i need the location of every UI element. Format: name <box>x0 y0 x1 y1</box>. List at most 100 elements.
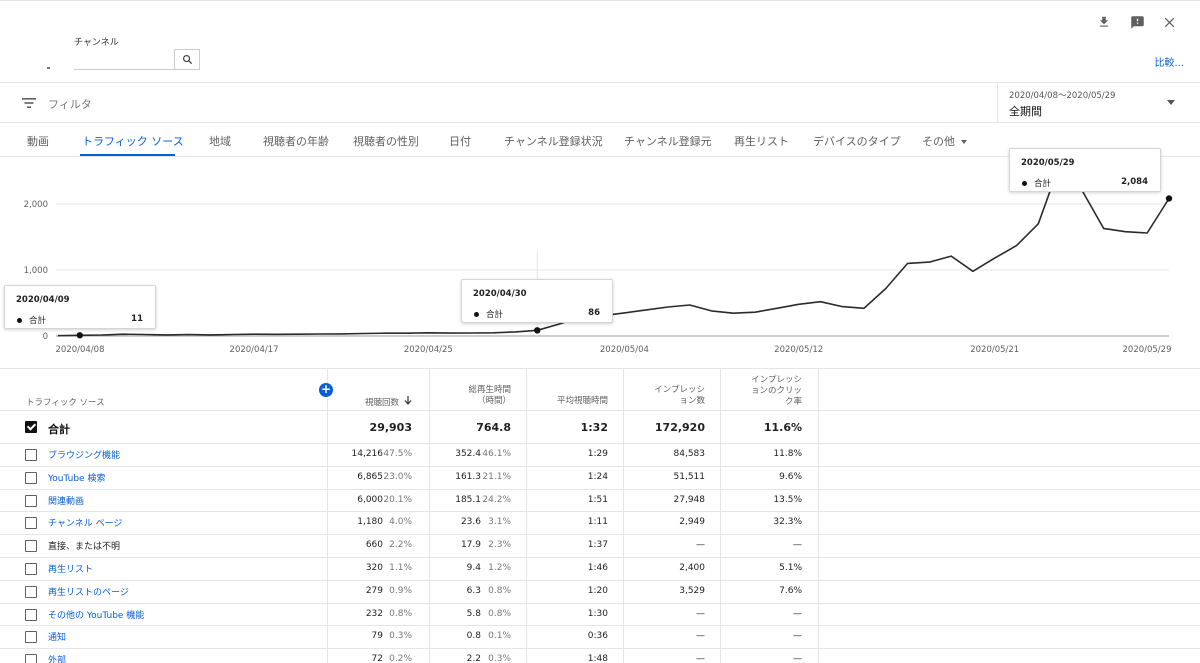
tab-videos[interactable]: 動画 <box>27 133 49 149</box>
row-views-pct: 0.2% <box>389 654 412 663</box>
filter-icon[interactable] <box>22 97 36 109</box>
tab-device-type[interactable]: デバイスのタイプ <box>813 133 901 149</box>
x-tick-label: 2020/04/08 <box>56 345 105 355</box>
row-avg-duration: 1:20 <box>587 585 608 596</box>
row-impressions: — <box>696 631 705 642</box>
row-views-pct: 0.3% <box>389 631 412 642</box>
row-checkbox[interactable] <box>25 585 37 598</box>
search-button[interactable] <box>174 49 200 70</box>
row-checkbox[interactable] <box>25 494 37 507</box>
header-watch-time-line2: （時間） <box>476 396 511 406</box>
tab-more[interactable]: その他 <box>922 133 967 149</box>
header-impressions-line2: ョン数 <box>679 396 705 406</box>
row-impressions: 84,583 <box>673 449 706 459</box>
row-source-link[interactable]: 外部 <box>48 653 66 663</box>
header-impressions-line1: インプレッシ <box>654 385 705 395</box>
row-watch-time: 2.2 <box>466 654 481 663</box>
tooltip-0529: 2020/05/29 合計 2,084 <box>1009 148 1161 192</box>
header-ctr-line3: ク率 <box>784 397 802 407</box>
header-impressions[interactable]: インプレッシ ョン数 <box>615 385 705 407</box>
row-watch-pct: 46.1% <box>482 449 511 459</box>
header-ctr[interactable]: インプレッシ ョンのクリッ ク率 <box>712 375 802 408</box>
row-checkbox[interactable] <box>25 517 37 530</box>
download-button[interactable] <box>1095 13 1113 31</box>
tooltip-date: 2020/04/09 <box>16 295 70 305</box>
tab-playlist[interactable]: 再生リスト <box>734 133 789 149</box>
caret-down-icon <box>961 140 967 144</box>
compare-link[interactable]: 比較... <box>1154 54 1184 69</box>
filter-bar: フィルタ 2020/04/08〜2020/05/29 全期間 <box>0 82 1200 123</box>
table-row: チャンネル ページ 1,180 4.0% 23.6 3.1% 1:11 2,949 32.3% <box>0 511 1200 534</box>
x-tick-label: 2020/04/25 <box>404 345 453 355</box>
row-checkbox[interactable] <box>25 449 37 461</box>
row-watch-time: 764.8 <box>476 421 511 434</box>
row-source-link[interactable]: 再生リスト <box>48 562 93 575</box>
date-range-selector[interactable]: 2020/04/08〜2020/05/29 全期間 <box>997 83 1200 123</box>
tab-viewer-gender[interactable]: 視聴者の性別 <box>353 133 419 149</box>
tab-traffic-source[interactable]: トラフィック ソース <box>82 133 184 149</box>
header-avg-view-duration[interactable]: 平均視聴時間 <box>518 396 608 407</box>
row-source-link[interactable]: 関連動画 <box>48 494 84 507</box>
header-views-label: 視聴回数 <box>364 398 399 408</box>
traffic-source-table: トラフィック ソース + 視聴回数 総再生時間 （時間） 平均視聴時間 インプレ… <box>0 368 1200 663</box>
feedback-icon <box>1130 15 1144 29</box>
header-watch-time[interactable]: 総再生時間 （時間） <box>421 385 511 407</box>
row-views: 14,216 <box>351 449 384 459</box>
row-source-link[interactable]: 通知 <box>48 630 66 643</box>
feedback-button[interactable] <box>1128 13 1146 31</box>
y-tick-label: 1,000 <box>24 266 48 276</box>
table-row: 外部 72 0.2% 2.2 0.3% 1:48 — — <box>0 648 1200 663</box>
series-dot-icon <box>1022 181 1027 186</box>
row-views: 320 <box>365 563 383 573</box>
row-checkbox[interactable] <box>25 471 37 484</box>
row-source-link[interactable]: その他の YouTube 機能 <box>48 608 144 621</box>
add-metric-button[interactable]: + <box>319 383 333 397</box>
row-checkbox[interactable] <box>25 631 37 644</box>
row-checkbox[interactable] <box>25 540 37 553</box>
tab-geography[interactable]: 地域 <box>209 133 231 149</box>
channel-marker <box>47 67 50 69</box>
row-views-pct: 20.1% <box>383 494 412 505</box>
row-watch-time: 17.9 <box>460 540 481 551</box>
row-watch-time: 352.4 <box>455 449 481 459</box>
tab-subscription-status[interactable]: チャンネル登録状況 <box>504 133 603 149</box>
row-checkbox[interactable] <box>25 563 37 575</box>
row-ctr: 13.5% <box>773 494 802 505</box>
series-dot-icon <box>474 312 479 317</box>
row-watch-time: 6.3 <box>466 585 481 596</box>
table-row: ブラウジング機能 14,216 47.5% 352.4 46.1% 1:29 84,583 1… <box>0 443 1200 466</box>
tab-date[interactable]: 日付 <box>449 133 471 149</box>
row-source-link[interactable]: ブラウジング機能 <box>48 448 120 461</box>
row-watch-time: 23.6 <box>460 517 481 528</box>
x-tick-label: 2020/05/04 <box>600 345 649 355</box>
header-views[interactable]: 視聴回数 <box>322 396 412 409</box>
row-views: 1,180 <box>357 517 383 528</box>
row-checkbox[interactable] <box>25 608 37 621</box>
row-watch-pct: 0.8% <box>488 585 511 596</box>
row-ctr: — <box>793 608 802 619</box>
tooltip-value: 2,084 <box>1121 177 1148 187</box>
row-source-link[interactable]: 再生リストのページ <box>48 585 129 598</box>
row-ctr: 5.1% <box>779 563 802 573</box>
row-source-link[interactable]: チャンネル ページ <box>48 516 122 529</box>
row-watch-pct: 24.2% <box>482 494 511 505</box>
tab-viewer-age[interactable]: 視聴者の年齢 <box>263 133 329 149</box>
close-button[interactable] <box>1160 13 1178 31</box>
y-tick-label: 0 <box>43 332 48 342</box>
tooltip-date: 2020/04/30 <box>473 289 527 299</box>
row-checkbox[interactable] <box>25 654 37 663</box>
tooltip-0430: 2020/04/30 合計 86 <box>461 279 613 323</box>
data-point <box>76 332 83 339</box>
total-checkbox[interactable] <box>25 421 37 433</box>
x-tick-label: 2020/05/21 <box>970 345 1019 355</box>
tab-subscription-source[interactable]: チャンネル登録元 <box>624 133 712 149</box>
row-views-pct: 1.1% <box>389 563 412 573</box>
filter-input[interactable]: フィルタ <box>48 96 92 112</box>
row-source-link[interactable]: YouTube 検索 <box>48 471 105 484</box>
row-views: 232 <box>365 608 383 619</box>
table-row: 関連動画 6,000 20.1% 185.1 24.2% 1:51 27,948 13.5% <box>0 488 1200 512</box>
x-tick-label: 2020/05/12 <box>774 345 823 355</box>
row-avg-duration: 1:37 <box>587 540 608 551</box>
date-period-text: 全期間 <box>1009 105 1042 118</box>
channel-label: チャンネル <box>74 38 119 48</box>
